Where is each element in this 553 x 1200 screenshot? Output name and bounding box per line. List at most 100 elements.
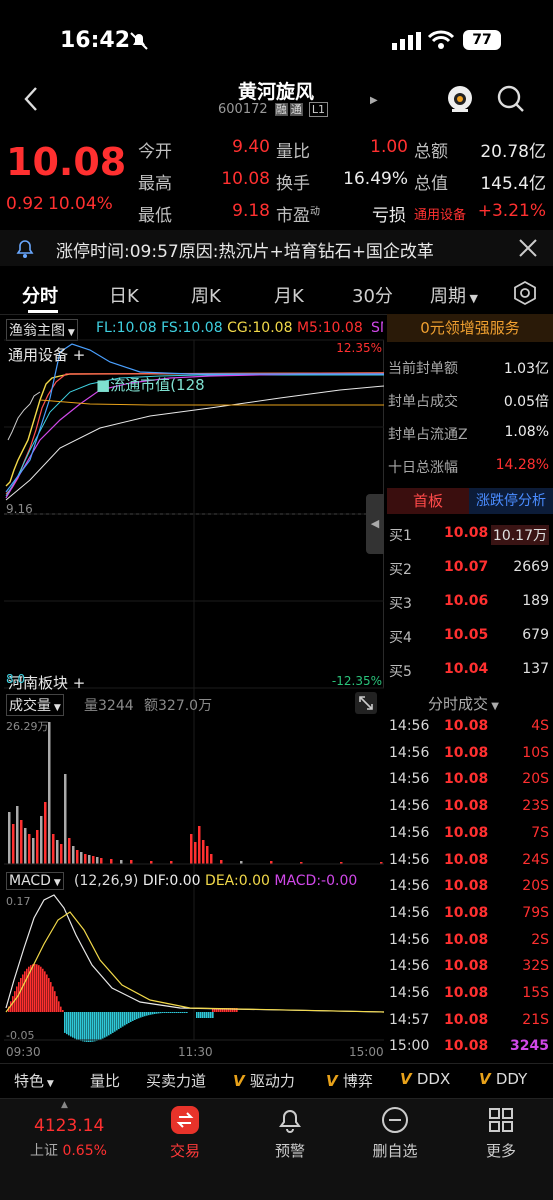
macd-bar — [80, 1012, 82, 1041]
macd-bar — [62, 1010, 64, 1012]
macd-bar — [94, 1012, 96, 1042]
macd-selector-label: MACD — [9, 873, 51, 889]
toolbar-force[interactable]: 买卖力道 — [146, 1070, 206, 1091]
toolbar-ddy[interactable]: V DDY — [479, 1070, 527, 1088]
seal-amount-label: 当前封单额 — [388, 361, 458, 377]
tick-volume: 10S — [522, 744, 549, 761]
nav-remove-watch[interactable]: 删自选 — [365, 1106, 425, 1161]
toolbar-featured-label: 特色 — [14, 1072, 45, 1090]
volume-bar — [220, 860, 223, 864]
bid-row[interactable]: 买1 10.08 10.17万 — [387, 522, 553, 548]
macd-bar — [178, 1012, 180, 1013]
macd-macd: MACD:-0.00 — [274, 873, 358, 889]
nav-more[interactable]: 更多 — [476, 1106, 526, 1161]
bid-row[interactable]: 买3 10.06 189 — [387, 590, 553, 616]
macd-selector[interactable]: MACD ▼ — [6, 872, 64, 890]
tick-volume: 2S — [531, 931, 549, 948]
board-tab-first[interactable]: 首板 — [387, 488, 469, 514]
macd-bar — [68, 1012, 70, 1036]
tick-volume: 3245 — [510, 1038, 549, 1055]
macd-bar — [90, 1012, 92, 1042]
index-line[interactable]: 上证 0.65% — [30, 1140, 107, 1160]
tick-price: 10.08 — [444, 985, 489, 1001]
volume-bar — [80, 852, 83, 864]
macd-bar — [102, 1012, 104, 1039]
tick-time: 15:00 — [389, 1038, 430, 1055]
macd-bar — [82, 1012, 84, 1042]
tick-row: 14:56 10.08 7S — [387, 821, 553, 847]
tick-volume: 23S — [522, 798, 549, 815]
macd-bar — [88, 1012, 90, 1042]
avg-line — [5, 385, 385, 501]
macd-bar — [136, 1012, 138, 1020]
macd-bar — [42, 968, 44, 1012]
bid-price: 10.06 — [444, 593, 489, 609]
nav-alert[interactable]: 预警 — [265, 1106, 315, 1161]
tick-time: 14:56 — [389, 931, 430, 948]
macd-bar — [48, 978, 50, 1012]
macd-bar — [152, 1012, 154, 1015]
expand-icon[interactable] — [355, 692, 377, 714]
macd-bar — [20, 978, 22, 1012]
index-value[interactable]: 4123.14 — [34, 1116, 104, 1136]
macd-bar — [204, 1012, 206, 1018]
macd-bar — [98, 1012, 100, 1041]
tick-time: 14:56 — [389, 824, 430, 841]
macd-params: (12,26,9) — [74, 873, 139, 889]
volume-bar — [130, 860, 133, 864]
toolbar-ddx[interactable]: V DDX — [400, 1070, 450, 1088]
ticks-title[interactable]: 分时成交 ▼ — [428, 693, 499, 714]
caret-down-icon: ▼ — [50, 878, 61, 888]
macd-bar — [52, 986, 54, 1012]
bid-price: 10.04 — [444, 661, 489, 677]
volume-bar — [198, 826, 201, 864]
toolbar-game[interactable]: V 博弈 — [326, 1070, 373, 1091]
macd-dea: DEA:0.00 — [205, 873, 270, 889]
flow-line — [39, 399, 384, 406]
toolbar-volratio[interactable]: 量比 — [90, 1070, 120, 1091]
macd-bar — [200, 1012, 202, 1018]
volume-bar — [32, 838, 35, 864]
volume-bar — [110, 859, 113, 864]
vip-v-icon: V — [326, 1072, 343, 1090]
macd-bar — [156, 1012, 158, 1014]
caret-down-icon: ▼ — [488, 701, 499, 712]
macd-bar — [50, 982, 52, 1012]
volume-selector[interactable]: 成交量 ▼ — [6, 694, 64, 716]
volume-bar — [20, 820, 23, 864]
volume-bar — [84, 854, 87, 864]
bid-row[interactable]: 买2 10.07 2669 — [387, 556, 553, 582]
nav-trade[interactable]: 交易 — [160, 1106, 210, 1161]
flow-label-text: 流通市值(128 — [110, 376, 205, 394]
macd-bar — [174, 1012, 176, 1013]
collapse-panel-tab[interactable]: ◀ — [366, 494, 384, 554]
macd-bar — [58, 1001, 60, 1012]
macd-bar — [122, 1012, 124, 1027]
volume-bar — [40, 816, 43, 864]
bid-label: 买1 — [389, 528, 412, 544]
tick-row: 14:56 10.08 4S — [387, 714, 553, 740]
board-tab-analysis[interactable]: 涨跌停分析 — [469, 488, 553, 514]
tick-volume: 20S — [522, 878, 549, 895]
dea-line — [5, 911, 385, 1013]
macd-bar — [120, 1012, 122, 1028]
toolbar-drive[interactable]: V 驱动力 — [233, 1070, 295, 1091]
tick-volume: 15S — [522, 985, 549, 1001]
time-axis-mid: 11:30 — [178, 1045, 213, 1059]
index-name: 上证 — [30, 1143, 58, 1159]
macd-bar — [144, 1012, 146, 1017]
ten-day-label: 十日总涨幅 — [388, 460, 458, 476]
bid-row[interactable]: 买4 10.05 679 — [387, 624, 553, 650]
seal-amount-value: 1.03亿 — [503, 361, 549, 377]
sector-top-label[interactable]: 通用设备 + — [8, 344, 85, 365]
tick-time: 14:56 — [389, 718, 430, 734]
bid-row[interactable]: 买5 10.04 137 — [387, 658, 553, 684]
toolbar-featured[interactable]: 特色 ▼ — [14, 1070, 54, 1091]
macd-bar — [202, 1012, 204, 1018]
macd-bar — [78, 1012, 80, 1041]
price-open-left: 8.0 — [6, 672, 26, 686]
sector-bottom-label[interactable]: 8.0 河南板块 + — [6, 672, 85, 693]
tick-volume: 32S — [522, 958, 549, 975]
macd-bar — [24, 971, 26, 1012]
board-tab-first-label: 首板 — [412, 492, 443, 510]
